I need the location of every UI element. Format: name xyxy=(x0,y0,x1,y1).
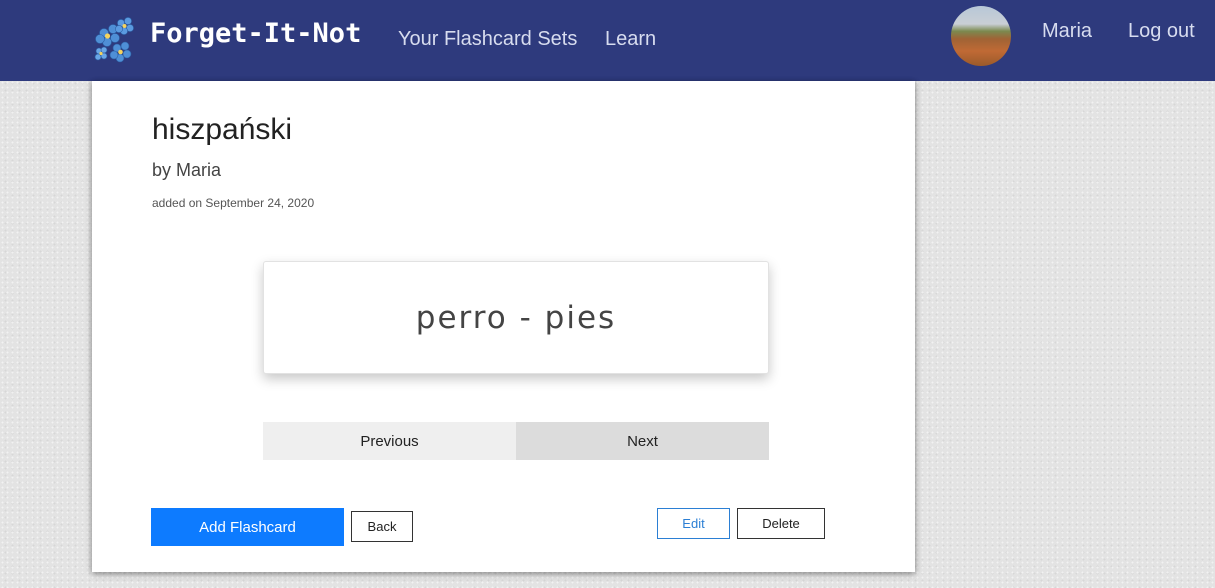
navbar: Forget-It-Not Your Flashcard Sets Learn … xyxy=(0,0,1215,81)
edit-button[interactable]: Edit xyxy=(657,508,730,539)
next-button[interactable]: Next xyxy=(516,422,769,460)
card-pager: Previous Next xyxy=(263,422,769,460)
set-date: added on September 24, 2020 xyxy=(152,196,315,210)
set-title: hiszpański xyxy=(152,113,293,146)
flashcard-set-panel: hiszpański by Maria added on September 2… xyxy=(92,81,915,572)
avatar[interactable] xyxy=(951,6,1011,66)
logout-link[interactable]: Log out xyxy=(1128,20,1195,43)
flashcard-text: perro - pies xyxy=(415,299,617,336)
flashcard[interactable]: perro - pies xyxy=(263,261,769,374)
brand-title[interactable]: Forget-It-Not xyxy=(150,18,361,49)
nav-user-name[interactable]: Maria xyxy=(1042,20,1092,43)
set-author: by Maria xyxy=(152,160,222,180)
back-button[interactable]: Back xyxy=(351,511,413,542)
nav-flashcard-sets[interactable]: Your Flashcard Sets xyxy=(398,28,577,51)
forget-me-not-flower-icon[interactable] xyxy=(91,15,137,63)
add-flashcard-button[interactable]: Add Flashcard xyxy=(151,508,344,546)
previous-button[interactable]: Previous xyxy=(263,422,516,460)
delete-button[interactable]: Delete xyxy=(737,508,825,539)
nav-learn[interactable]: Learn xyxy=(605,28,656,51)
